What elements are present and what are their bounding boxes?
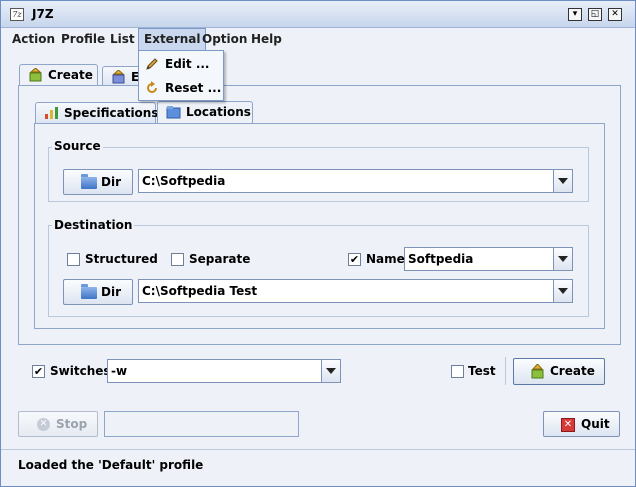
destination-title: Destination: [52, 218, 135, 232]
tab-create[interactable]: Create: [19, 64, 98, 86]
test-checkbox[interactable]: [451, 365, 464, 378]
menu-item-reset[interactable]: Reset ...: [139, 76, 223, 100]
stop-button[interactable]: ✕ Stop: [18, 411, 98, 437]
separate-label: Separate: [189, 252, 251, 266]
maximize-icon[interactable]: ◱: [588, 8, 602, 21]
close-icon[interactable]: ✕: [608, 8, 622, 21]
destination-dir-label: Dir: [101, 285, 121, 299]
tab-specifications[interactable]: Specifications: [35, 102, 159, 123]
external-menu-dropdown: Edit ... Reset ...: [138, 50, 224, 101]
source-dir-label: Dir: [101, 175, 121, 189]
tab-locations-label: Locations: [186, 105, 251, 119]
menu-item-edit-label: Edit ...: [165, 57, 210, 71]
menu-help[interactable]: Help: [246, 28, 287, 51]
create-button-label: Create: [550, 364, 595, 378]
progress-bar: [104, 411, 299, 437]
menu-item-reset-label: Reset ...: [165, 81, 222, 95]
name-value: Softpedia: [408, 252, 474, 266]
menu-bar: Action Profile List External Option Help: [1, 28, 635, 51]
separator: [505, 357, 506, 385]
stop-button-label: Stop: [56, 417, 88, 431]
switches-value: -w: [111, 364, 128, 378]
chevron-down-icon[interactable]: [553, 248, 572, 270]
structured-checkbox[interactable]: [67, 253, 80, 266]
app-window: 7z J7Z ▾ ◱ ✕ Action Profile List Externa…: [0, 0, 636, 487]
status-text: Loaded the 'Default' profile: [18, 458, 204, 472]
name-combo[interactable]: Softpedia: [404, 247, 573, 271]
status-bar: Loaded the 'Default' profile: [1, 449, 635, 486]
create-archive-icon: [531, 364, 544, 379]
minimize-icon[interactable]: ▾: [568, 8, 582, 21]
tab-extract[interactable]: E: [102, 66, 142, 86]
folder-icon: [166, 106, 181, 119]
create-button[interactable]: Create: [513, 358, 605, 385]
quit-icon: ✕: [561, 418, 575, 432]
chevron-down-icon[interactable]: [553, 170, 572, 192]
app-7z-icon: 7z: [10, 8, 24, 21]
tab-locations[interactable]: Locations: [157, 101, 253, 124]
chevron-down-icon[interactable]: [553, 280, 572, 302]
menu-action[interactable]: Action: [7, 28, 60, 51]
bar-chart-icon: [45, 107, 58, 119]
source-title: Source: [52, 139, 103, 153]
menu-option[interactable]: Option: [197, 28, 252, 51]
test-label: Test: [468, 364, 496, 378]
menu-item-edit[interactable]: Edit ...: [139, 52, 223, 76]
quit-button[interactable]: ✕ Quit: [543, 411, 620, 437]
destination-path-value: C:\Softpedia Test: [142, 284, 258, 298]
name-label: Name: [366, 252, 405, 266]
tab-specifications-label: Specifications: [64, 106, 159, 120]
create-archive-icon: [29, 68, 42, 82]
title-bar: 7z J7Z ▾ ◱ ✕: [1, 1, 635, 28]
source-path-combo[interactable]: C:\Softpedia: [138, 169, 573, 193]
structured-label: Structured: [85, 252, 158, 266]
stop-icon: ✕: [37, 418, 50, 431]
destination-dir-button[interactable]: Dir: [63, 279, 133, 305]
switches-label: Switches: [50, 364, 111, 378]
source-dir-button[interactable]: Dir: [63, 169, 133, 195]
quit-button-label: Quit: [581, 417, 610, 431]
source-path-value: C:\Softpedia: [142, 174, 226, 188]
destination-path-combo[interactable]: C:\Softpedia Test: [138, 279, 573, 303]
folder-icon: [81, 174, 97, 189]
tab-create-label: Create: [48, 68, 93, 82]
switches-checkbox[interactable]: ✔: [32, 365, 45, 378]
menu-list[interactable]: List: [105, 28, 140, 51]
extract-archive-icon: [112, 70, 125, 84]
folder-icon: [81, 284, 97, 299]
name-checkbox[interactable]: ✔: [348, 253, 361, 266]
switches-combo[interactable]: -w: [107, 359, 341, 383]
separate-checkbox[interactable]: [171, 253, 184, 266]
pencil-icon: [146, 58, 158, 70]
chevron-down-icon[interactable]: [321, 360, 340, 382]
reset-icon: [147, 81, 157, 93]
window-title: J7Z: [32, 7, 54, 21]
menu-profile[interactable]: Profile: [56, 28, 110, 51]
